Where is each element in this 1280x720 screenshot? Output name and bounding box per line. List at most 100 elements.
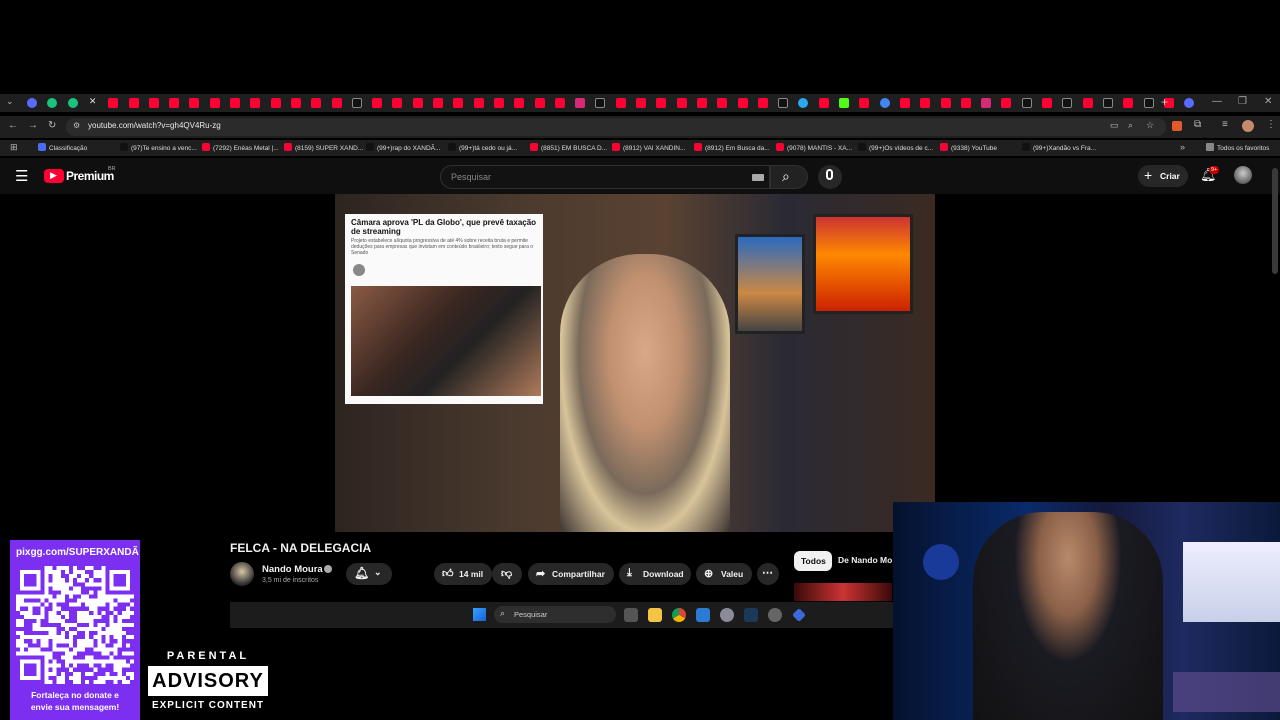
bookmark-item[interactable]: (99+)tá cedo ou já... [448,143,517,152]
tab-favicon-icon[interactable] [27,98,37,108]
tab-favicon-icon[interactable] [493,98,504,108]
bookmark-item[interactable]: (99+)Xandão vs Fra... [1022,143,1096,152]
bookmark-item[interactable]: (9338) YouTube [940,143,997,152]
tab-favicon-icon[interactable] [270,98,281,108]
file-explorer-icon[interactable] [648,608,662,622]
bookmark-item[interactable]: (97)Te ensino a venc... [120,143,197,152]
tab-favicon-icon[interactable] [169,98,180,108]
app-icon[interactable] [696,608,710,622]
apps-grid-icon[interactable]: ⊞ [10,142,18,153]
subscribed-button[interactable]: 🔔︎ ⌄ [346,563,392,585]
tab-favicon-icon[interactable] [981,98,992,108]
tab-favicon-icon[interactable] [798,98,809,108]
tab-favicon-icon[interactable] [656,98,667,108]
windows-start-icon[interactable] [473,608,486,621]
tab-favicon-icon[interactable] [778,98,789,108]
dislike-button[interactable]: 👎︎ [492,563,522,585]
tab-favicon-icon[interactable] [1102,98,1113,108]
account-avatar[interactable] [1234,166,1252,184]
bookmark-item[interactable]: (9078) MANTIS - XA... [776,143,852,152]
recommended-thumbnail[interactable] [794,583,892,601]
extension-icon[interactable] [1172,121,1182,131]
tab-favicon-icon[interactable] [1082,98,1093,108]
chip-all[interactable]: Todos [794,551,832,571]
task-view-icon[interactable] [624,608,638,622]
tab-favicon-icon[interactable] [757,98,768,108]
bookmark-star-icon[interactable]: ☆ [1146,120,1154,131]
like-button[interactable]: 👍︎ 14 mil [434,563,492,585]
channel-avatar[interactable] [230,562,254,586]
create-button[interactable]: + Criar [1138,165,1188,187]
tab-favicon-icon[interactable] [940,98,951,108]
cast-icon[interactable]: ▭ [1110,120,1119,131]
hamburger-menu-icon[interactable]: ☰ [15,167,28,185]
video-player[interactable]: Câmara aprova 'PL da Globo', que prevê t… [335,194,935,532]
zoom-icon[interactable]: ⌕ [1128,120,1133,131]
bookmarks-overflow-icon[interactable]: » [1180,142,1185,152]
tab-favicon-icon[interactable] [412,98,423,108]
tab-favicon-icon[interactable] [392,98,403,108]
tab-favicon-icon[interactable] [676,98,687,108]
tab-favicon-icon[interactable] [575,98,586,108]
reload-icon[interactable]: ↻ [48,121,56,131]
forward-icon[interactable]: → [28,121,38,131]
menu-icon[interactable]: ⋮ [1266,119,1276,130]
channel-name[interactable]: Nando Moura [262,564,323,575]
bookmark-item[interactable]: (8912) VAI XANDIN... [612,143,685,152]
tab-favicon-icon[interactable] [636,98,646,108]
tab-favicon-icon[interactable] [331,98,342,108]
download-button[interactable]: ⤓ Download [619,563,691,585]
tab-favicon-icon[interactable] [839,98,849,108]
tab-favicon-icon[interactable] [473,98,484,108]
minimize-button[interactable]: — [1212,96,1222,107]
tab-favicon-icon[interactable] [514,98,525,108]
tab-favicon-icon[interactable] [899,98,910,108]
close-window-button[interactable]: ✕ [1264,96,1272,107]
tab-favicon-icon[interactable] [148,98,159,108]
tab-favicon-icon[interactable] [879,98,890,108]
bookmark-item[interactable]: (99+)Os vídeos de c... [858,143,933,152]
tab-favicon-icon[interactable] [290,98,301,108]
steam-icon[interactable] [744,608,758,622]
profile-avatar[interactable] [1242,120,1254,132]
puzzle-icon[interactable]: ⧉ [1194,119,1201,130]
tab-favicon-icon[interactable] [554,98,565,108]
keyboard-icon[interactable] [752,174,764,181]
bookmark-item[interactable]: Classificação [38,143,87,152]
tab-favicon-icon[interactable] [67,98,78,108]
page-scrollbar[interactable] [1272,168,1278,274]
tab-favicon-icon[interactable] [1184,98,1195,108]
media-icon[interactable]: ≡ [1222,119,1228,130]
chrome-icon[interactable] [672,608,686,622]
new-tab-button[interactable]: + [1161,95,1168,109]
tab-favicon-icon[interactable] [696,98,707,108]
tab-favicon-icon[interactable] [47,98,58,108]
thanks-button[interactable]: ⊕ Valeu [696,563,752,585]
tab-favicon-icon[interactable] [920,98,931,108]
youtube-logo[interactable]: ▶ [44,169,64,183]
bookmark-item[interactable]: (7292) Enéas Metal |... [202,143,279,152]
tab-favicon-icon[interactable] [1001,98,1012,108]
tab-favicon-icon[interactable] [1062,98,1073,108]
tab-favicon-icon[interactable] [737,98,748,108]
tab-favicon-icon[interactable] [859,98,870,108]
settings-icon[interactable] [720,608,734,622]
bookmark-item[interactable]: (8912) Em Busca da... [694,143,770,152]
youtube-premium-label[interactable]: Premium [66,169,114,183]
close-tab-icon[interactable]: ✕ [89,96,97,107]
back-icon[interactable]: ← [8,121,18,131]
url-text[interactable]: youtube.com/watch?v=gh4QV4Ru-zg [88,121,221,130]
tab-favicon-icon[interactable] [818,98,829,108]
tab-favicon-icon[interactable] [189,98,200,108]
bookmark-item[interactable]: (8851) EM BUSCA D... [530,143,607,152]
tab-favicon-icon[interactable] [1143,98,1154,108]
tab-favicon-icon[interactable] [453,98,464,108]
tab-favicon-icon[interactable] [1123,98,1134,108]
tab-favicon-icon[interactable] [230,98,240,108]
site-info-icon[interactable]: ⚙ [73,121,80,130]
tab-favicon-icon[interactable] [1042,98,1052,108]
voice-search-button[interactable] [818,165,842,189]
search-button[interactable]: ⌕ [770,165,808,189]
tab-search-icon[interactable]: ⌄ [6,96,14,107]
more-actions-button[interactable]: ⋯ [757,563,779,585]
